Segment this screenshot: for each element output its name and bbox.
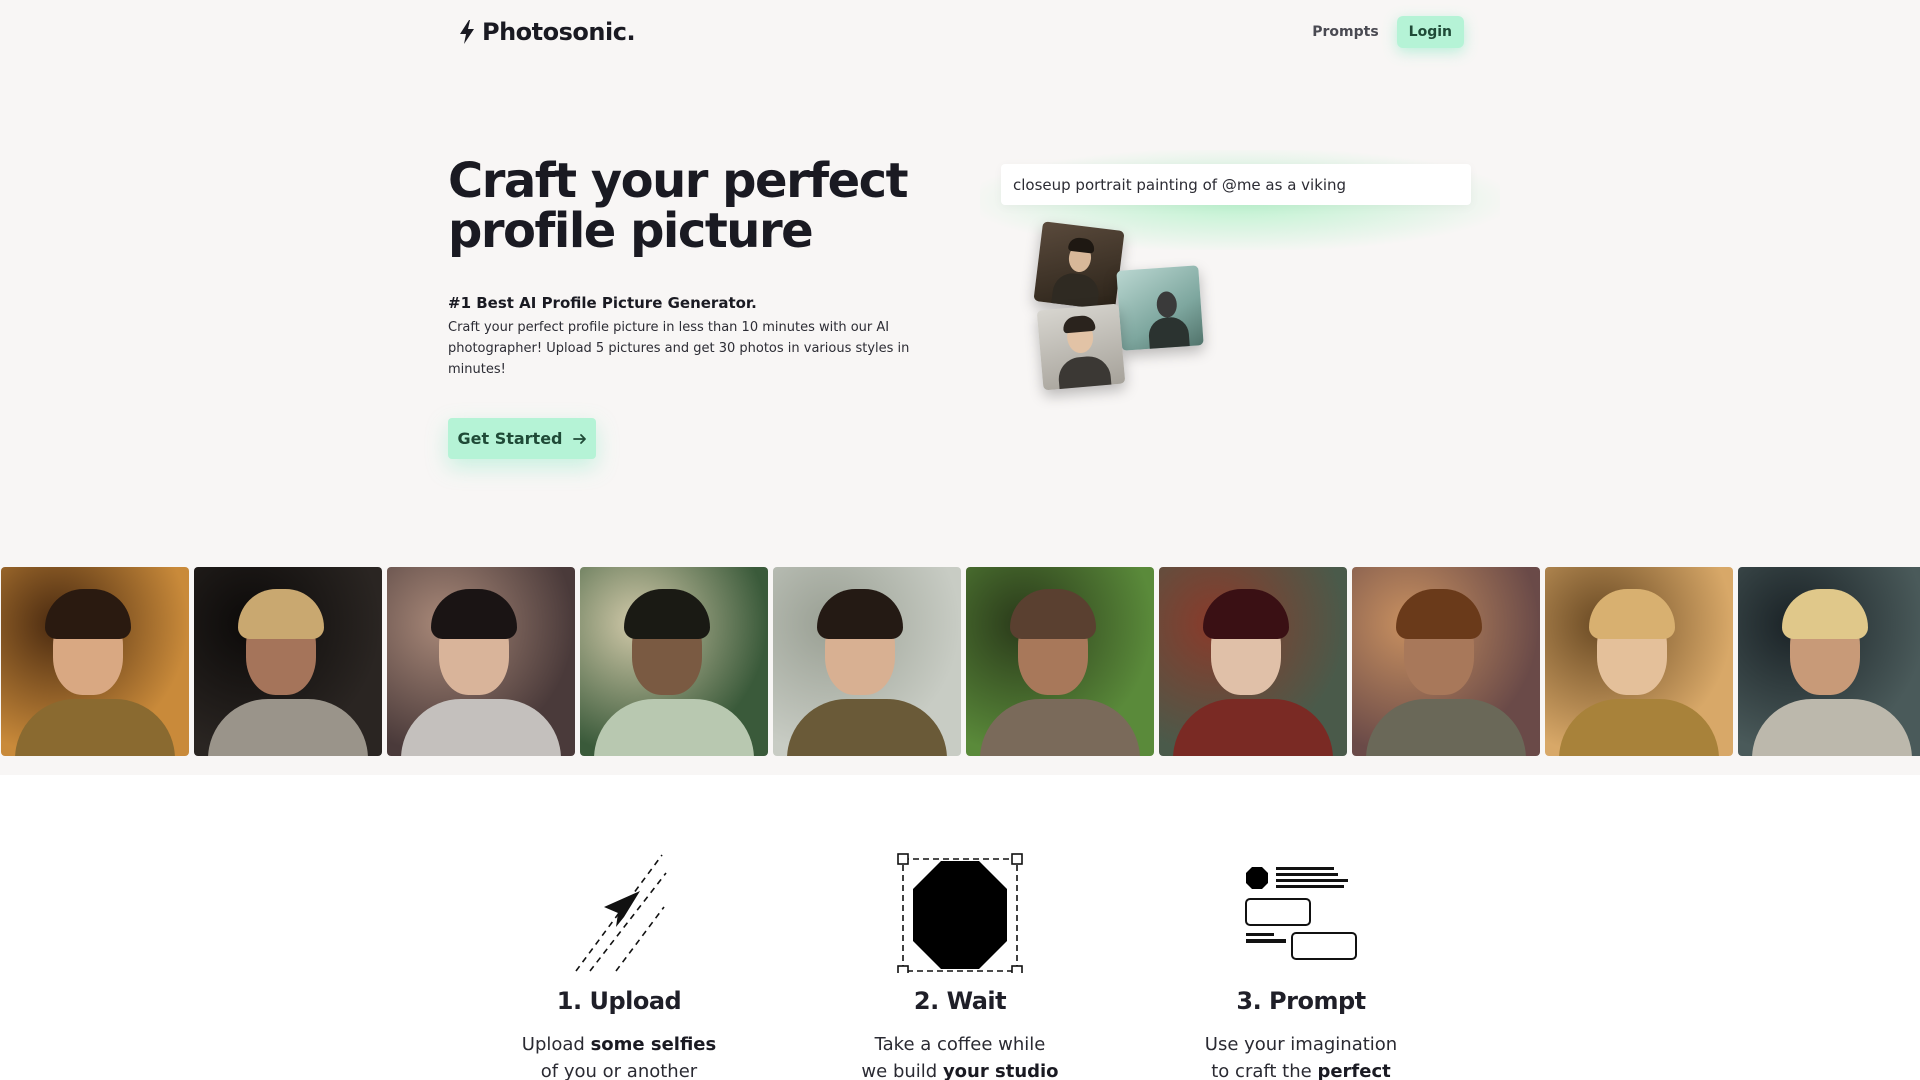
selfie-photo — [1033, 221, 1125, 311]
brand-name: Photosonic. — [482, 18, 636, 46]
step-description: Take a coffee while we build your studio… — [861, 1034, 1059, 1080]
prompt-example-text: closeup portrait painting of @me as a vi… — [1013, 175, 1347, 194]
prompt-layout-icon — [1245, 867, 1357, 960]
gallery-portrait — [387, 567, 575, 756]
login-button[interactable]: Login — [1396, 16, 1464, 48]
hero-subtitle: #1 Best AI Profile Picture Generator. — [448, 294, 757, 312]
prompt-example-box: closeup portrait painting of @me as a vi… — [1001, 164, 1471, 205]
how-it-works: 1. Upload Upload some selfies of you or … — [0, 835, 1920, 1080]
paper-plane-icon — [575, 854, 667, 972]
gallery-portrait — [1159, 567, 1347, 756]
get-started-label: Get Started — [457, 429, 563, 448]
step-description: Upload some selfies of you or another pe… — [521, 1034, 717, 1080]
octagon-selection-icon — [897, 853, 1023, 973]
gallery-portrait — [966, 567, 1154, 756]
arrow-right-icon — [572, 433, 586, 444]
nav-link-prompts[interactable]: Prompts — [1310, 16, 1380, 48]
gallery-portrait — [1352, 567, 1540, 756]
hero-description: Craft your perfect profile picture in le… — [448, 320, 910, 377]
step-title: 1. Upload — [556, 987, 682, 1015]
selfie-photo — [1116, 265, 1204, 351]
gallery-portrait — [1545, 567, 1733, 756]
logo[interactable]: Photosonic. — [458, 18, 636, 46]
gallery-portrait — [194, 567, 382, 756]
get-started-button[interactable]: Get Started — [448, 418, 596, 459]
gallery-portrait — [1, 567, 189, 756]
lightning-bolt-icon — [460, 20, 474, 44]
gallery-portrait — [1738, 567, 1920, 756]
hero-title: Craft your perfect profile picture — [448, 153, 909, 259]
step-description: Use your imagination to craft the perfec… — [1204, 1034, 1398, 1080]
step-title: 3. Prompt — [1236, 987, 1366, 1015]
selfie-photo — [1036, 303, 1126, 391]
top-nav: Photosonic. Prompts Login — [448, 14, 1464, 54]
gallery-portrait — [580, 567, 768, 756]
portrait-gallery — [0, 567, 1920, 757]
step-title: 2. Wait — [913, 987, 1007, 1015]
gallery-portrait — [773, 567, 961, 756]
